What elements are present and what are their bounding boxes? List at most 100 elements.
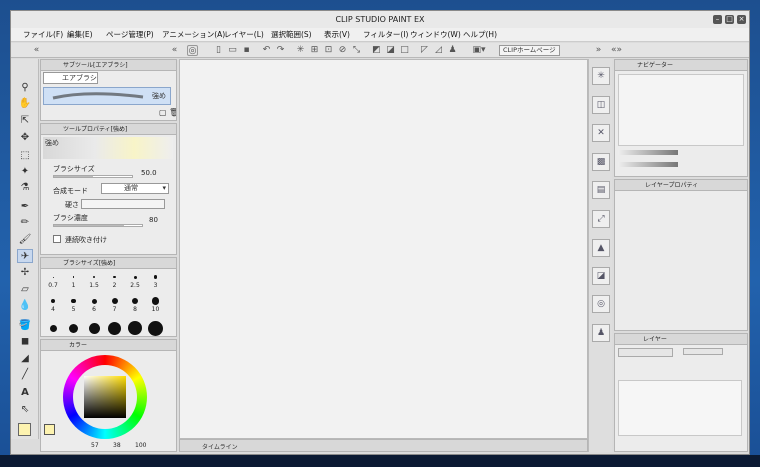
material-icon[interactable]: ▤	[592, 181, 610, 199]
delete-subtool-icon[interactable]: 🗑	[169, 108, 176, 117]
menu-page[interactable]: ページ管理(P)	[106, 28, 154, 42]
opacity-slider[interactable]	[683, 348, 723, 355]
figure-icon[interactable]: ♟	[447, 45, 458, 56]
eyedropper-tool-icon[interactable]: ⚗	[17, 181, 33, 195]
new-subtool-icon[interactable]: ▢	[159, 108, 167, 117]
blend-mode-select[interactable]	[618, 348, 673, 357]
brush-size-dot[interactable]	[133, 275, 137, 279]
save-icon[interactable]: ▪	[241, 45, 252, 56]
navigator-tab[interactable]: ナビゲーター	[615, 60, 747, 71]
material-icon[interactable]: ▩	[592, 153, 610, 171]
open-file-icon[interactable]: ▭	[227, 45, 238, 56]
brush-size-dot[interactable]	[49, 324, 57, 332]
menu-help[interactable]: ヘルプ(H)	[463, 28, 497, 42]
hardness-selector[interactable]	[81, 199, 165, 209]
move-tool-icon[interactable]: ✥	[17, 131, 33, 145]
menu-view[interactable]: 表示(V)	[324, 28, 350, 42]
figure-tool-icon[interactable]: ◢	[17, 352, 33, 366]
brush-size-dot[interactable]	[88, 322, 100, 334]
fill-tool-icon[interactable]: 🪣	[17, 319, 33, 333]
menu-select[interactable]: 選択範囲(S)	[271, 28, 312, 42]
clear-icon[interactable]: ✳	[295, 45, 306, 56]
line-tool-icon[interactable]: ╱	[17, 368, 33, 382]
continuous-checkbox[interactable]	[53, 235, 61, 243]
operation-tool-icon[interactable]: ⇖	[17, 403, 33, 417]
density-value[interactable]: 80	[149, 216, 158, 224]
decoration-tool-icon[interactable]: ✢	[17, 266, 33, 280]
canvas-area[interactable]	[179, 59, 588, 439]
airbrush-tool-icon[interactable]: ✈	[17, 249, 33, 263]
pen-tool-icon[interactable]: ✒	[17, 200, 33, 214]
clip-home-button[interactable]: CLIPホームページ	[499, 45, 560, 56]
layer-property-tab[interactable]: レイヤープロパティ	[615, 180, 747, 191]
collapse-left-icon[interactable]: «	[31, 45, 42, 56]
undo-icon[interactable]: ↶	[261, 45, 272, 56]
material-icon[interactable]: ◎	[592, 295, 610, 313]
layer-list[interactable]	[618, 380, 742, 436]
fill-icon[interactable]: ⊡	[323, 45, 334, 56]
subtool-item-strong[interactable]: 強め	[43, 87, 171, 105]
menu-filter[interactable]: フィルター(I)	[363, 28, 408, 42]
blend-mode-select[interactable]: 通常 ▾	[101, 183, 169, 194]
gradient-tool-icon[interactable]: ◼	[17, 335, 33, 349]
auto-select-tool-icon[interactable]: ✦	[17, 165, 33, 179]
hand-tool-icon[interactable]: ✋	[17, 97, 33, 111]
object-tool-icon[interactable]: ⇱	[17, 114, 33, 128]
timeline-tab[interactable]: タイムライン	[202, 442, 238, 451]
brush-size-dot[interactable]	[131, 297, 139, 305]
tool-property-tab[interactable]: ツールプロパティ[強め]	[41, 124, 176, 135]
close-icon[interactable]: ×	[737, 15, 746, 24]
deselect-icon[interactable]: ⊘	[337, 45, 348, 56]
zoom-slider[interactable]	[618, 150, 678, 155]
expand-right-icon[interactable]: »	[593, 45, 604, 56]
blend-tool-icon[interactable]: 💧	[17, 299, 33, 313]
material-icon[interactable]: ✳	[592, 67, 610, 85]
brush-size-dot[interactable]	[91, 298, 97, 304]
brush-size-dot[interactable]	[69, 323, 78, 333]
material-icon[interactable]: ⤢	[592, 210, 610, 228]
brush-size-value[interactable]: 50.0	[141, 169, 157, 177]
brush-size-slider[interactable]	[53, 175, 133, 178]
subtool-tab[interactable]: サブツール[エアブラシ]	[41, 60, 176, 71]
brush-size-dot[interactable]	[108, 321, 121, 335]
new-file-icon[interactable]: ▯	[213, 45, 224, 56]
brush-size-tab[interactable]: ブラシサイズ[強め]	[41, 258, 176, 269]
brush-size-dot[interactable]	[148, 320, 163, 336]
menu-animation[interactable]: アニメーション(A)	[162, 28, 225, 42]
redo-icon[interactable]: ↷	[275, 45, 286, 56]
material-icon[interactable]: ◫	[592, 96, 610, 114]
layer-tab[interactable]: レイヤー	[615, 334, 747, 345]
brush-tool-icon[interactable]: 🖌	[17, 233, 33, 247]
crop-icon[interactable]: ◩	[371, 45, 382, 56]
transform-icon[interactable]: ⊞	[309, 45, 320, 56]
sub-color-swatch[interactable]	[44, 424, 55, 435]
brush-size-dot[interactable]	[128, 321, 142, 335]
ruler-icon[interactable]: ◸	[419, 45, 430, 56]
hue-ring[interactable]	[63, 355, 147, 439]
material-icon[interactable]: ✕	[592, 124, 610, 142]
scale-icon[interactable]: ⤡	[351, 45, 362, 56]
brush-size-dot[interactable]	[93, 276, 95, 278]
brush-size-dot[interactable]	[52, 276, 54, 278]
menu-layer[interactable]: レイヤー(L)	[224, 28, 264, 42]
menu-window[interactable]: ウィンドウ(W)	[410, 28, 461, 42]
subtool-group-airbrush[interactable]: エアブラシ	[43, 72, 98, 84]
brush-size-dot[interactable]	[51, 299, 55, 303]
brush-size-dot[interactable]	[113, 275, 116, 279]
minimize-icon[interactable]: –	[713, 15, 722, 24]
main-color-swatch[interactable]	[18, 423, 31, 436]
zoom-tool-icon[interactable]: ⚲	[17, 81, 33, 95]
eraser-tool-icon[interactable]: ▱	[17, 283, 33, 297]
collapse-right-icon[interactable]: «»	[611, 45, 622, 56]
density-slider[interactable]	[53, 224, 143, 227]
material-icon[interactable]: ▲	[592, 239, 610, 257]
material-icon[interactable]: ◪	[592, 267, 610, 285]
brush-size-dot[interactable]	[151, 297, 160, 305]
color-tab[interactable]: カラー	[41, 340, 176, 351]
camera-icon[interactable]: ▣▾	[469, 45, 489, 56]
text-tool-icon[interactable]: A	[17, 386, 33, 400]
brush-size-dot[interactable]	[111, 298, 118, 304]
selection-tool-icon[interactable]: ⬚	[17, 149, 33, 163]
rotate-slider[interactable]	[618, 162, 678, 167]
maximize-icon[interactable]: □	[725, 15, 734, 24]
